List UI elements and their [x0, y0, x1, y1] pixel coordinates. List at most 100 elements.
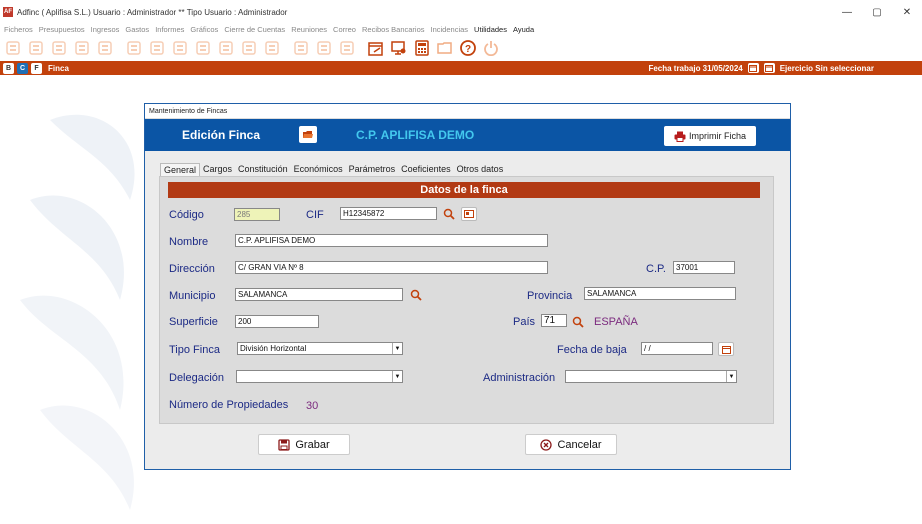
- open-folder-button[interactable]: [299, 126, 317, 143]
- section-header: Datos de la finca: [168, 182, 760, 198]
- folder-icon: [303, 131, 313, 138]
- cif-field[interactable]: H12345872: [340, 207, 437, 220]
- menu-item-recibos-bancarios[interactable]: Recibos Bancarios: [362, 25, 425, 34]
- menu-item-reuniones[interactable]: Reuniones: [291, 25, 327, 34]
- tab-general[interactable]: General: [160, 163, 201, 177]
- home-icon[interactable]: [27, 39, 45, 57]
- delegacion-select[interactable]: ▼: [236, 370, 403, 383]
- dropdown-arrow-icon[interactable]: ▼: [392, 371, 402, 382]
- title-bar: AF Adfinc ( Aplifisa S.L.) Usuario : Adm…: [0, 0, 922, 24]
- hierarchy-icon-graphic: [340, 40, 354, 55]
- administracion-label: Administración: [483, 372, 556, 384]
- tab-otros-datos[interactable]: Otros datos: [454, 163, 507, 177]
- cif-search-button[interactable]: [441, 206, 457, 221]
- ejercicio: Ejercicio Sin seleccionar: [779, 63, 874, 73]
- b-button[interactable]: B: [3, 62, 14, 74]
- printer-icon[interactable]: [148, 39, 166, 57]
- fecha-baja-label: Fecha de baja: [557, 344, 627, 356]
- menu-item-utilidades[interactable]: Utilidades: [474, 25, 507, 34]
- num-propiedades-value: 30: [306, 400, 319, 412]
- administracion-select[interactable]: ▼: [565, 370, 737, 383]
- hierarchy-icon[interactable]: [338, 39, 356, 57]
- cif-card-button[interactable]: [461, 207, 477, 221]
- menu-item-presupuestos[interactable]: Presupuestos: [39, 25, 85, 34]
- dropdown-arrow-icon[interactable]: ▼: [726, 371, 736, 382]
- document-icon[interactable]: [4, 39, 22, 57]
- direccion-label: Dirección: [169, 263, 215, 275]
- search-document-icon-graphic: [98, 40, 112, 55]
- money-chart-icon[interactable]: [194, 39, 212, 57]
- f-button[interactable]: F: [31, 62, 42, 74]
- power-icon-graphic: [484, 40, 498, 56]
- pais-code-field[interactable]: 71: [541, 314, 567, 327]
- calendar-icon[interactable]: [763, 63, 775, 73]
- calendar-edit-icon-graphic: [368, 41, 383, 56]
- provincia-field[interactable]: SALAMANCA: [584, 287, 736, 300]
- signature-icon[interactable]: [292, 39, 310, 57]
- menu-item-gr-ficos[interactable]: Gráficos: [190, 25, 218, 34]
- users-icon[interactable]: [73, 39, 91, 57]
- folder-export-icon[interactable]: [436, 39, 454, 57]
- minimize-button[interactable]: —: [832, 0, 862, 24]
- tab-coeficientes[interactable]: Coeficientes: [398, 163, 454, 177]
- hands-icon[interactable]: [125, 39, 143, 57]
- grabar-button[interactable]: Grabar: [258, 434, 350, 455]
- monitor-settings-icon[interactable]: [390, 39, 408, 57]
- menu-item-gastos[interactable]: Gastos: [125, 25, 149, 34]
- euro-coins-icon-graphic: [219, 40, 233, 55]
- codigo-field[interactable]: 285: [234, 208, 280, 221]
- calendar-icon[interactable]: [747, 63, 759, 73]
- menu-item-incidencias[interactable]: Incidencias: [431, 25, 469, 34]
- tipo-finca-value: División Horizontal: [240, 344, 307, 353]
- fecha-baja-field[interactable]: / /: [641, 342, 713, 355]
- search-document-icon[interactable]: [96, 39, 114, 57]
- menu-item-ficheros[interactable]: Ficheros: [4, 25, 33, 34]
- calendar-edit-icon[interactable]: [367, 39, 385, 57]
- cancel-icon: [540, 438, 553, 451]
- finca-name-heading: C.P. APLIFISA DEMO: [356, 128, 475, 142]
- menu-item-cierre-de-cuentas[interactable]: Cierre de Cuentas: [224, 25, 285, 34]
- direccion-field[interactable]: C/ GRAN VIA Nº 8: [235, 261, 548, 274]
- municipio-search-button[interactable]: [408, 287, 424, 302]
- dropdown-arrow-icon[interactable]: ▼: [392, 343, 402, 354]
- cp-field[interactable]: 37001: [673, 261, 735, 274]
- tab-economicos[interactable]: Económicos: [291, 163, 346, 177]
- superficie-field[interactable]: 200: [235, 315, 319, 328]
- help-icon[interactable]: ?: [459, 39, 477, 57]
- money-chart-icon-graphic: [196, 40, 210, 55]
- building-icon[interactable]: [50, 39, 68, 57]
- num-propiedades-label: Número de Propiedades: [169, 399, 289, 411]
- building-icon-graphic: [52, 40, 66, 55]
- pais-search-button[interactable]: [570, 314, 586, 329]
- superficie-label: Superficie: [169, 316, 218, 328]
- general-panel: Datos de la finca Código 285 CIF H123458…: [159, 176, 774, 424]
- nombre-field[interactable]: C.P. APLIFISA DEMO: [235, 234, 548, 247]
- maximize-button[interactable]: ▢: [862, 0, 892, 24]
- notes-icon[interactable]: [263, 39, 281, 57]
- person-screen-icon[interactable]: [315, 39, 333, 57]
- context-bar: B C F Finca Fecha trabajo 31/05/2024 Eje…: [0, 61, 922, 75]
- tab-constitucion[interactable]: Constitución: [235, 163, 291, 177]
- power-icon[interactable]: [482, 39, 500, 57]
- c-button[interactable]: C: [17, 62, 28, 74]
- menu-item-ingresos[interactable]: Ingresos: [91, 25, 120, 34]
- fecha-baja-calendar-button[interactable]: [718, 342, 734, 356]
- euro-coins-icon[interactable]: [217, 39, 235, 57]
- menu-item-ayuda[interactable]: Ayuda: [513, 25, 534, 34]
- laptop-icon[interactable]: [171, 39, 189, 57]
- monitor-settings-icon-graphic: [391, 40, 406, 55]
- euro-bag-icon[interactable]: [240, 39, 258, 57]
- tab-cargos[interactable]: Cargos: [200, 163, 235, 177]
- municipio-field[interactable]: SALAMANCA: [235, 288, 403, 301]
- cancelar-button[interactable]: Cancelar: [525, 434, 617, 455]
- calculator-icon[interactable]: [413, 39, 431, 57]
- codigo-label: Código: [169, 209, 204, 221]
- fecha-trabajo: Fecha trabajo 31/05/2024: [648, 63, 743, 73]
- app-logo: AF: [3, 7, 13, 17]
- menu-item-correo[interactable]: Correo: [333, 25, 356, 34]
- menu-item-informes[interactable]: Informes: [155, 25, 184, 34]
- print-button[interactable]: Imprimir Ficha: [664, 126, 756, 146]
- close-button[interactable]: ✕: [892, 0, 922, 24]
- tab-parametros[interactable]: Parámetros: [346, 163, 399, 177]
- tipo-finca-select[interactable]: División Horizontal ▼: [237, 342, 403, 355]
